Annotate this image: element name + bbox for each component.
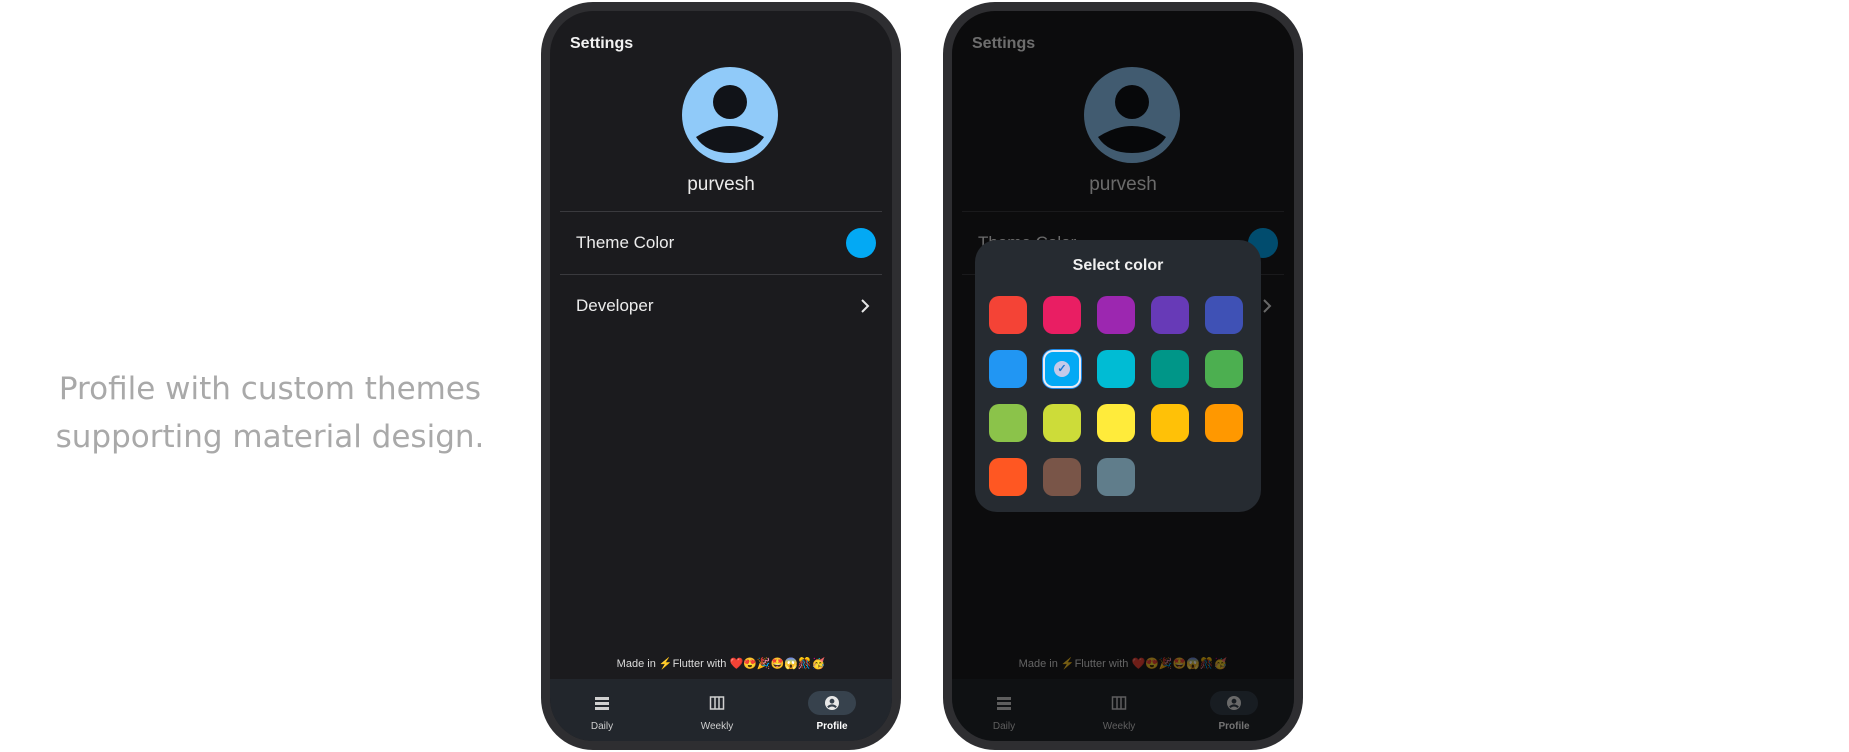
color-swatch[interactable] [989,404,1027,442]
avatar[interactable] [682,67,778,163]
developer-label: Developer [576,296,654,315]
phone-mockup-profile: Settings purvesh Theme Color Developer M… [541,2,901,750]
made-in-emojis: ❤️😍🎉🤩😱🎊🥳 [729,658,826,670]
color-swatch[interactable] [989,350,1027,388]
made-in-footer: Made in ⚡Flutter with ❤️😍🎉🤩😱🎊🥳 [550,657,892,670]
nav-profile-label: Profile [816,721,848,732]
phone-mockup-color-picker: Settings purvesh Theme Color Developer M… [943,2,1303,750]
color-swatch[interactable] [1151,350,1189,388]
color-swatch[interactable] [1043,404,1081,442]
color-swatch[interactable] [1097,350,1135,388]
color-swatch[interactable] [1043,458,1081,496]
made-in-flutter: Flutter [672,658,704,670]
developer-row[interactable]: Developer [560,275,882,337]
color-swatch[interactable] [1205,404,1243,442]
nav-daily-label: Daily [590,721,614,732]
select-color-dialog: Select color ✓ [975,240,1261,512]
weekly-icon [709,696,725,710]
page-title: Settings [570,35,634,52]
tagline: Profile with custom themes supporting ma… [55,371,485,455]
nav-weekly[interactable]: Weekly [672,687,762,732]
profile-screen: Settings purvesh Theme Color Developer M… [550,11,892,741]
color-swatch-grid: ✓ [989,296,1247,496]
theme-color-label: Theme Color [576,233,675,252]
made-in-prefix: Made in [616,658,656,670]
color-swatch[interactable] [1097,296,1135,334]
chevron-right-icon [861,299,870,313]
bottom-navigation: Daily Weekly Profile [550,679,892,741]
color-swatch[interactable] [1151,404,1189,442]
check-icon: ✓ [1054,361,1070,377]
theme-color-row[interactable]: Theme Color [560,212,882,274]
nav-profile[interactable]: Profile [787,687,877,732]
nav-daily[interactable]: Daily [557,687,647,732]
person-icon [696,85,764,153]
color-swatch[interactable]: ✓ [1043,350,1081,388]
daily-icon [595,697,609,710]
color-swatch[interactable] [1205,350,1243,388]
color-swatch[interactable] [1097,404,1135,442]
color-swatch[interactable] [1097,458,1135,496]
nav-weekly-label: Weekly [700,721,734,732]
color-swatch[interactable] [1043,296,1081,334]
dialog-title: Select color [1072,257,1164,274]
profile-screen-dimmed: Settings purvesh Theme Color Developer M… [952,11,1294,741]
color-swatch[interactable] [989,296,1027,334]
made-in-with: with [706,658,727,670]
color-swatch[interactable] [1151,296,1189,334]
theme-color-swatch[interactable] [846,228,876,258]
username: purvesh [687,174,755,195]
color-swatch[interactable] [1205,296,1243,334]
color-swatch[interactable] [989,458,1027,496]
profile-icon [825,696,839,710]
flutter-logo-icon: ⚡ [658,658,673,670]
